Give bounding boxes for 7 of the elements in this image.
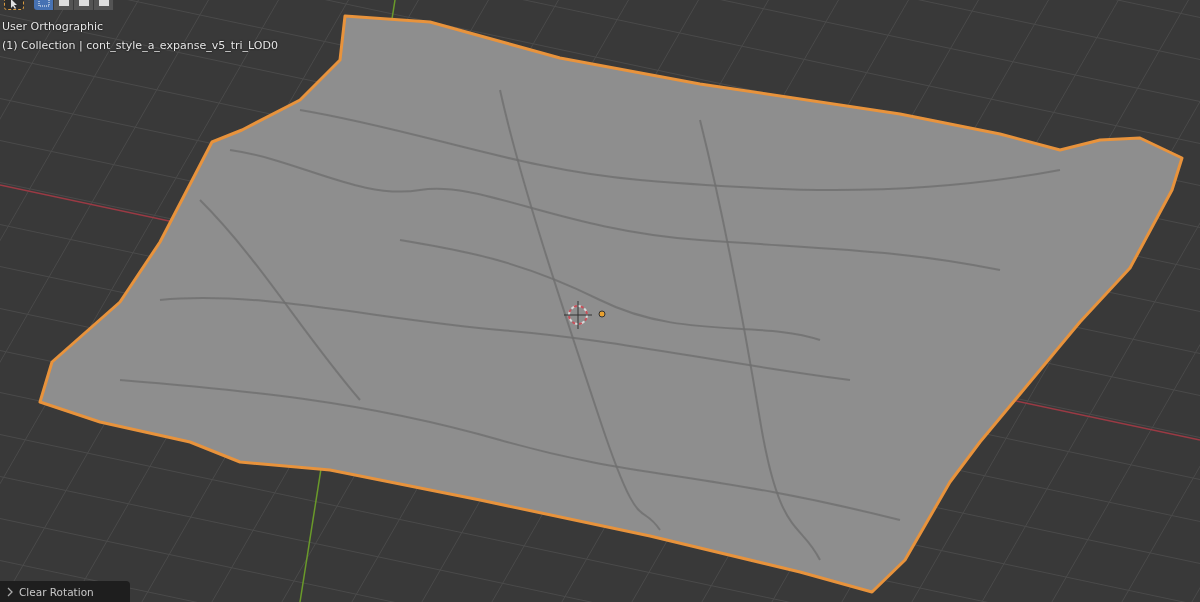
- object-info-label: (1) Collection | cont_style_a_expanse_v5_tri_LOD0: [2, 38, 278, 54]
- 3d-cursor-icon: [563, 300, 593, 330]
- origin-point-icon: [598, 310, 606, 318]
- cursor-arrow-icon: [8, 0, 20, 9]
- caret-icon: [6, 586, 14, 597]
- operator-panel-header[interactable]: Clear Rotation: [0, 581, 130, 602]
- view-name-label: User Orthographic: [2, 19, 105, 35]
